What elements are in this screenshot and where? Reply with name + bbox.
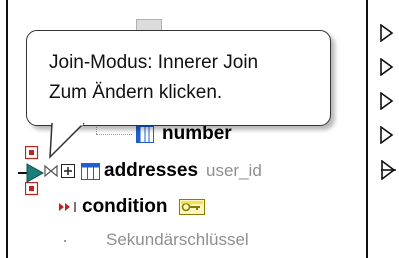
relation-arrow-icon xyxy=(58,200,80,214)
output-port-icon[interactable] xyxy=(380,58,394,76)
tree-guide-line xyxy=(96,134,132,135)
table-label: addresses xyxy=(104,160,199,181)
join-mode-tooltip: Join-Modus: Innerer Join Zum Ändern klic… xyxy=(26,30,331,126)
mapping-canvas: number addresses user_id condition Sekun… xyxy=(0,0,399,258)
output-port-icon[interactable] xyxy=(380,24,394,42)
tree-row-secondary-key: Sekundärschlüssel xyxy=(106,226,249,254)
tooltip-line: Join-Modus: Innerer Join xyxy=(49,52,259,73)
left-connector-line xyxy=(6,0,8,258)
secondary-key-label: Sekundärschlüssel xyxy=(106,230,249,249)
output-port-icon[interactable] xyxy=(380,92,394,110)
column-label: number xyxy=(162,123,232,144)
tree-guide-dot xyxy=(64,240,66,242)
tooltip-pointer xyxy=(46,122,86,168)
tooltip-line: Zum Ändern klicken. xyxy=(49,82,223,103)
key-icon[interactable] xyxy=(179,199,206,215)
right-connector-line xyxy=(366,0,368,258)
column-label: condition xyxy=(82,196,168,217)
tree-row-condition[interactable]: condition xyxy=(58,193,206,221)
input-connection-arrow-icon[interactable] xyxy=(18,162,46,189)
output-port-icon[interactable] xyxy=(380,126,394,144)
table-icon xyxy=(136,125,154,143)
output-port-connected-icon[interactable] xyxy=(381,160,396,180)
foreign-key-label: user_id xyxy=(206,161,262,180)
